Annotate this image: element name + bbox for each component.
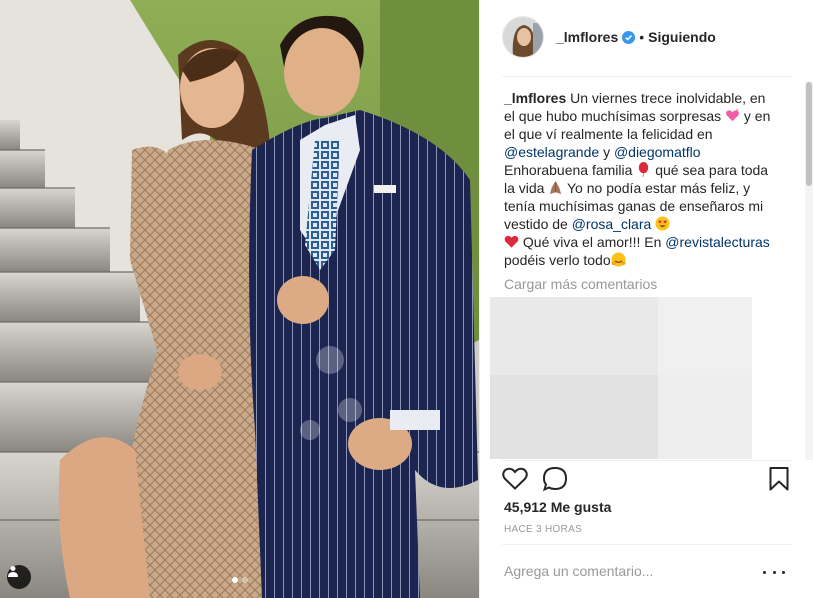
loading-tile: [658, 375, 752, 459]
comment-button[interactable]: [541, 465, 569, 493]
more-options-icon[interactable]: [763, 564, 785, 580]
mention-revistalecturas[interactable]: @revistalecturas: [665, 234, 769, 250]
header-divider: [502, 76, 791, 77]
post-caption: _lmflores Un viernes trece inolvidable, …: [504, 89, 776, 269]
heart-icon: [502, 467, 528, 490]
like-button[interactable]: [501, 465, 529, 493]
add-comment-input[interactable]: Agrega un comentario...: [504, 563, 653, 579]
tagged-user-button[interactable]: [7, 565, 31, 589]
caption-username[interactable]: _lmflores: [504, 90, 566, 106]
carousel-indicator: [231, 577, 248, 583]
load-more-comments-button[interactable]: Cargar más comentarios: [504, 276, 657, 292]
mention-rosa-clara[interactable]: @rosa_clara: [572, 216, 652, 232]
caption-text-8: podéis verlo todo: [504, 252, 611, 268]
bookmark-icon: [769, 467, 789, 491]
carousel-dot-2: [241, 577, 248, 583]
comments-scrollbar-thumb[interactable]: [806, 82, 812, 186]
more-options-dot: [763, 570, 766, 574]
post-side-panel: _lmflores • Siguiendo _lmflores Un viern…: [479, 0, 813, 598]
post-timestamp[interactable]: HACE 3 HORAS: [504, 524, 582, 535]
praying-hands-icon: [550, 180, 562, 195]
balloon-icon: [639, 162, 649, 177]
loading-tile: [658, 297, 752, 375]
verified-badge-icon: [622, 30, 636, 44]
post-actions: [501, 465, 793, 493]
header-username[interactable]: _lmflores: [556, 29, 618, 45]
sparkling-heart-icon: [726, 108, 739, 122]
caption-text-7: Qué viva el amor!!! En: [522, 234, 662, 250]
actions-divider: [502, 460, 791, 461]
more-options-dot: [782, 570, 785, 574]
following-button[interactable]: Siguiendo: [648, 29, 716, 45]
avatar[interactable]: [502, 16, 544, 58]
hugging-face-icon: [611, 252, 626, 267]
red-heart-icon: [504, 235, 519, 248]
add-comment-divider: [502, 544, 791, 545]
carousel-dot-1: [231, 577, 238, 583]
post-header: _lmflores • Siguiendo: [502, 14, 791, 60]
user-tag-icon: [8, 566, 18, 577]
heart-eyes-icon: [655, 216, 670, 231]
post-photo[interactable]: [0, 0, 479, 598]
mention-estelagrande[interactable]: @estelagrande: [504, 144, 599, 160]
photo-image: [0, 0, 479, 598]
likes-count[interactable]: 45,912 Me gusta: [504, 499, 611, 515]
comments-loading-placeholder: [490, 297, 752, 459]
more-options-dot: [772, 570, 776, 574]
caption-text-3: y: [603, 144, 611, 160]
header-separator: •: [639, 29, 645, 45]
caption-text-4: Enhorabuena familia: [504, 162, 633, 178]
loading-tile: [490, 375, 658, 459]
loading-tile: [490, 297, 658, 375]
mention-diegomatflo[interactable]: @diegomatflo: [614, 144, 701, 160]
comment-bubble-icon: [542, 466, 568, 492]
save-button[interactable]: [765, 465, 793, 493]
